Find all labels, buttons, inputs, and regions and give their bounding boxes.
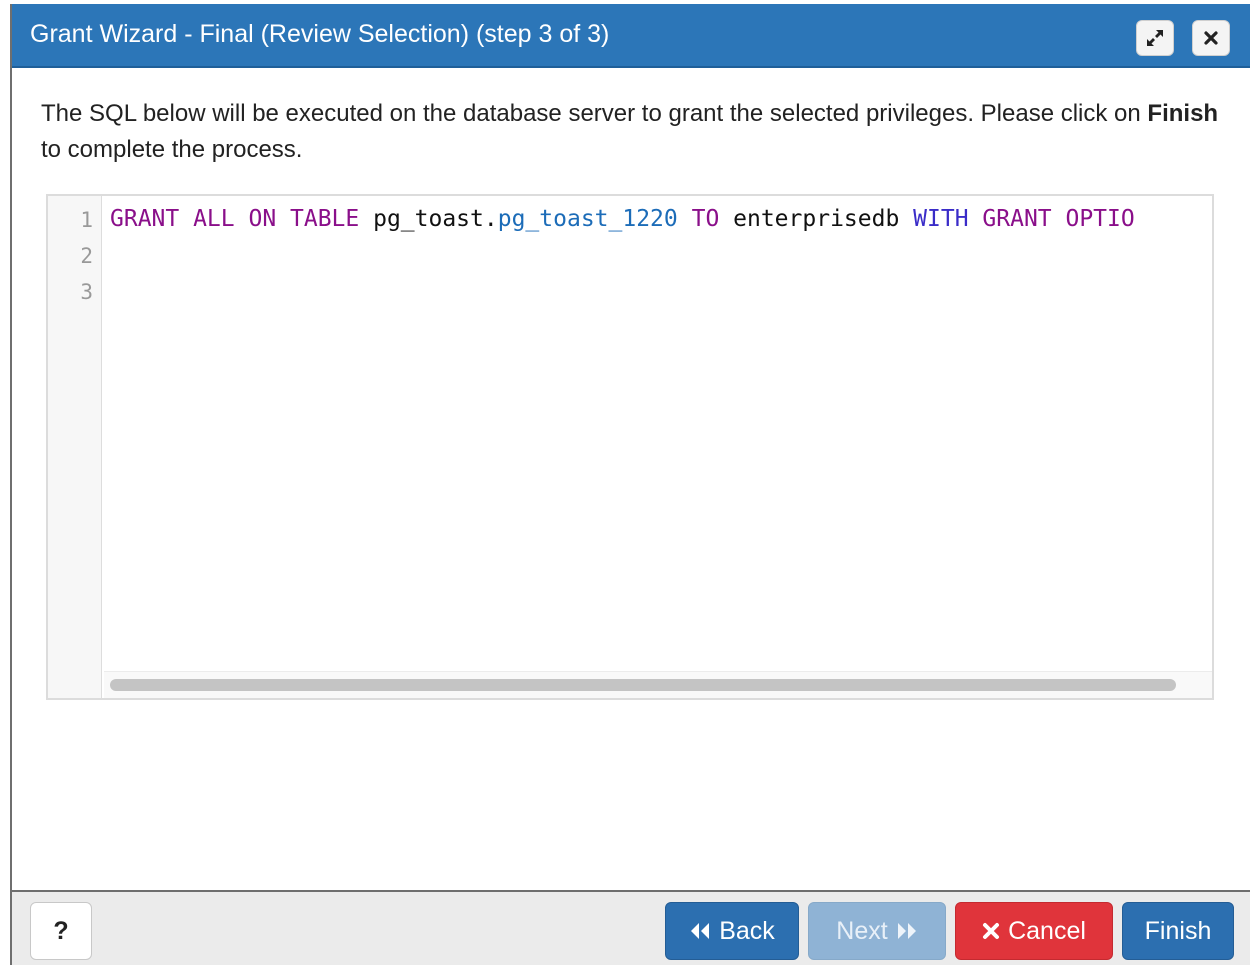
dialog-left-border [10,4,12,965]
line-number-gutter: 1 2 3 [48,196,102,698]
horizontal-scrollbar[interactable] [104,671,1212,698]
double-chevron-left-icon [689,922,711,940]
sql-keyword: GRANT ALL ON TABLE [110,206,360,232]
line-number: 1 [80,208,93,232]
line-number: 3 [80,280,93,304]
cancel-button[interactable]: Cancel [955,902,1113,960]
close-button[interactable] [1192,20,1230,56]
back-label: Back [719,916,775,945]
help-label: ? [53,916,69,945]
sql-text: pg_toast. [359,206,498,232]
back-button[interactable]: Back [665,902,799,960]
finish-label: Finish [1144,916,1212,945]
sql-keyword: TO [677,206,720,232]
sql-identifier: pg_toast_1220 [497,206,678,232]
finish-button[interactable]: Finish [1122,902,1234,960]
double-chevron-right-icon [896,922,918,940]
close-icon [982,922,1000,940]
sql-description: The SQL below will be executed on the da… [41,96,1231,168]
sql-keyword: WITH [913,206,969,232]
dialog-footer: ? Back Next Cancel Finish [12,890,1250,965]
next-label: Next [836,916,888,945]
close-icon [1203,30,1219,46]
line-number: 2 [80,244,93,268]
sql-editor[interactable]: 1 2 3 GRANT ALL ON TABLE pg_toast.pg_toa… [46,194,1214,700]
code-line-1[interactable]: GRANT ALL ON TABLE pg_toast.pg_toast_122… [110,206,1135,232]
cancel-label: Cancel [1008,916,1086,945]
description-text-end: to complete the process. [41,136,303,163]
scrollbar-thumb[interactable] [110,679,1176,691]
dialog-titlebar[interactable]: Grant Wizard - Final (Review Selection) … [12,4,1250,68]
dialog-title: Grant Wizard - Final (Review Selection) … [30,20,610,48]
description-text: The SQL below will be executed on the da… [41,100,1148,127]
maximize-icon [1145,28,1165,48]
description-finish-word: Finish [1147,100,1219,127]
maximize-button[interactable] [1136,20,1174,56]
sql-text: enterprisedb [719,206,914,232]
grant-wizard-dialog: Grant Wizard - Final (Review Selection) … [0,0,1250,965]
help-button[interactable]: ? [30,902,92,960]
next-button[interactable]: Next [808,902,946,960]
sql-keyword: GRANT OPTIO [968,206,1135,232]
